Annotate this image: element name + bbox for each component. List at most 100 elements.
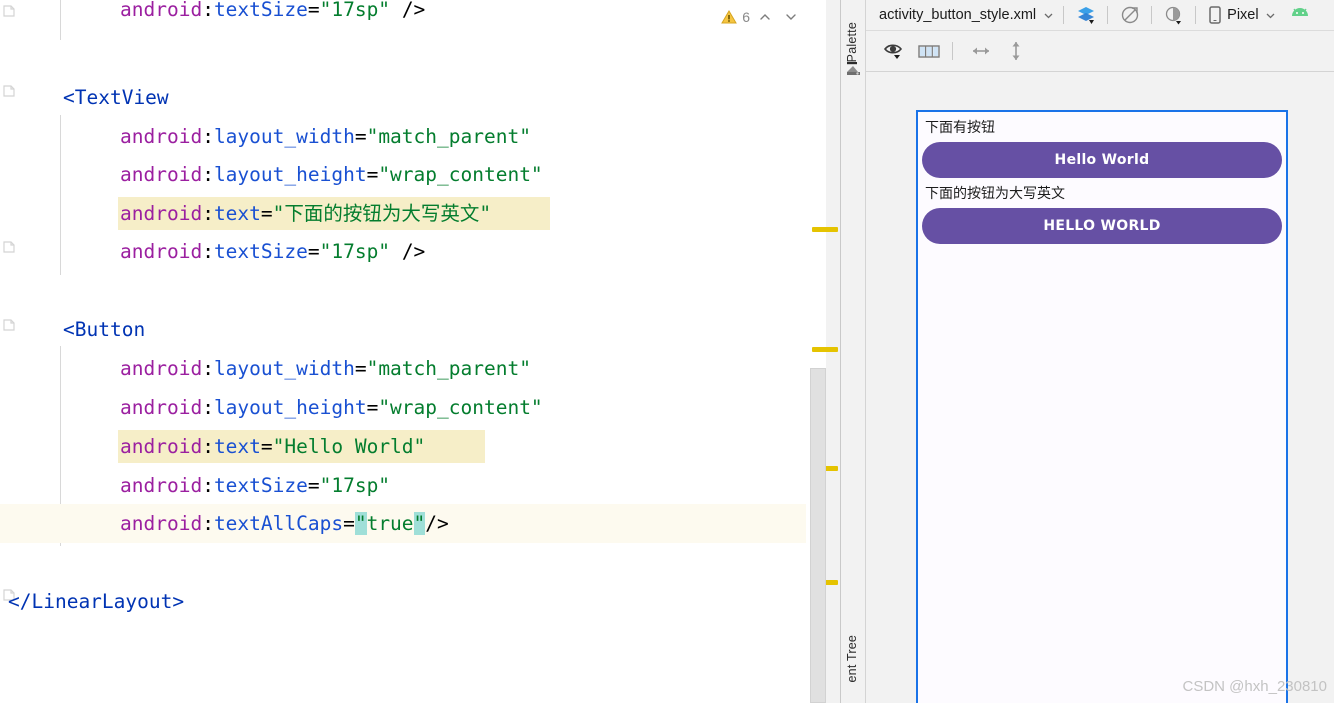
device-preview[interactable]: 下面有按钮 Hello World 下面的按钮为大写英文 HELLO WORLD	[916, 110, 1288, 703]
code-token: android	[120, 435, 203, 458]
android-icon[interactable]	[1287, 3, 1314, 27]
code-line[interactable]: android:layout_height="wrap_content"	[0, 155, 840, 194]
toolbar-separator	[1107, 6, 1109, 24]
code-token: </LinearLayout>	[8, 590, 185, 613]
code-token: =	[260, 435, 273, 458]
prev-problem-button[interactable]	[754, 6, 776, 28]
code-line-text: android:textAllCaps="true"/>	[120, 504, 449, 543]
code-line[interactable]: android:layout_width="match_parent"	[0, 349, 840, 388]
code-token: layout_height	[213, 396, 367, 419]
phone-icon	[1208, 6, 1222, 24]
code-text-area[interactable]: android:textSize="17sp" /> <TextView andro…	[0, 0, 840, 703]
code-token: true	[366, 512, 414, 535]
preview-button[interactable]: HELLO WORLD	[922, 208, 1282, 244]
warning-triangle-icon	[721, 9, 738, 25]
palette-tool-button[interactable]: Palette	[845, 22, 859, 62]
chevron-down-icon	[1264, 9, 1277, 22]
code-line[interactable]: android:layout_width="match_parent"	[0, 117, 840, 156]
next-problem-button[interactable]	[780, 6, 802, 28]
warning-count: 6	[742, 9, 750, 25]
watermark: CSDN @hxh_230810	[1182, 678, 1327, 695]
code-line[interactable]: android:text="Hello World"	[0, 427, 840, 466]
blueprint-columns-icon[interactable]	[915, 39, 942, 63]
code-line-text: android:layout_width="match_parent"	[120, 117, 531, 156]
code-token: "17sp"	[319, 0, 391, 21]
design-canvas[interactable]: 下面有按钮 Hello World 下面的按钮为大写英文 HELLO WORLD CS…	[866, 72, 1334, 703]
code-token: <TextView	[63, 86, 169, 109]
toolbar-separator	[1063, 6, 1065, 24]
code-line[interactable]: android:textSize="17sp" />	[0, 232, 840, 271]
code-token: android	[120, 357, 203, 380]
code-editor[interactable]: android:textSize="17sp" /> <TextView andro…	[0, 0, 840, 703]
code-token: android	[120, 163, 203, 186]
code-token: layout_height	[213, 163, 367, 186]
inspection-widget[interactable]: 6	[719, 4, 804, 30]
code-token: text	[213, 202, 261, 225]
code-token: "Hello World"	[272, 435, 426, 458]
code-token: <Button	[63, 318, 146, 341]
warning-marker[interactable]	[812, 227, 838, 232]
editor-scrollbar-thumb[interactable]	[810, 368, 826, 703]
design-toolbar: activity_button_style.xml Pixel	[866, 0, 1334, 31]
code-token: "wrap_content"	[378, 163, 543, 186]
code-line-text: android:layout_height="wrap_content"	[120, 388, 543, 427]
code-token: =	[307, 474, 320, 497]
design-view-toolbar	[866, 31, 1334, 72]
code-token: :	[202, 163, 214, 186]
code-line[interactable]: android:text="下面的按钮为大写英文"	[0, 194, 840, 233]
code-token: :	[202, 357, 214, 380]
code-line[interactable]: android:textSize="17sp" />	[0, 0, 840, 29]
code-line[interactable]: </LinearLayout>	[0, 582, 840, 621]
code-token: =	[354, 357, 367, 380]
horizontal-resize-icon[interactable]	[967, 39, 994, 63]
code-line-text: android:textSize="17sp"	[120, 466, 390, 505]
code-token: "17sp"	[319, 474, 391, 497]
code-line[interactable]: android:textSize="17sp"	[0, 466, 840, 505]
toolbar-separator	[1195, 6, 1197, 24]
code-token: />	[401, 240, 426, 263]
device-selector[interactable]: Pixel	[1204, 6, 1280, 24]
orientation-icon[interactable]	[1116, 3, 1143, 27]
tool-window-strip: Palette ent Tree	[841, 0, 866, 703]
code-line[interactable]: android:textAllCaps="true"/>	[0, 504, 840, 543]
warning-marker[interactable]	[812, 347, 838, 352]
code-line-text: android:text="Hello World"	[120, 427, 425, 466]
code-token: android	[120, 202, 203, 225]
code-line-text: android:textSize="17sp" />	[120, 232, 425, 271]
code-token: android	[120, 0, 203, 21]
code-token: =	[366, 163, 379, 186]
vertical-resize-icon[interactable]	[1002, 39, 1029, 63]
code-token: "下面的按钮为大写英文"	[272, 202, 492, 225]
code-token: />	[425, 512, 449, 535]
chevron-down-icon[interactable]	[1042, 9, 1055, 22]
code-line[interactable]: <Button	[0, 310, 840, 349]
code-line-text: android:layout_height="wrap_content"	[120, 155, 543, 194]
code-token: :	[202, 474, 214, 497]
code-token: android	[120, 474, 203, 497]
code-token: "	[413, 512, 426, 535]
code-token: />	[401, 0, 426, 21]
code-line-text: android:textSize="17sp" />	[120, 0, 425, 29]
eye-icon[interactable]	[880, 39, 907, 63]
palette-icon[interactable]	[845, 60, 862, 77]
code-token: layout_width	[213, 125, 355, 148]
component-tree-tool-button[interactable]: ent Tree	[845, 635, 859, 682]
code-token: text	[213, 435, 261, 458]
code-line-text: android:layout_width="match_parent"	[120, 349, 531, 388]
layers-icon[interactable]	[1072, 3, 1099, 27]
code-line[interactable]: <TextView	[0, 78, 840, 117]
theme-icon[interactable]	[1160, 3, 1187, 27]
preview-button[interactable]: Hello World	[922, 142, 1282, 178]
code-token: "17sp"	[319, 240, 391, 263]
preview-textview: 下面的按钮为大写英文	[925, 186, 1065, 202]
layout-file-name[interactable]: activity_button_style.xml	[879, 7, 1036, 23]
code-line[interactable]: android:layout_height="wrap_content"	[0, 388, 840, 427]
device-content: 下面有按钮 Hello World 下面的按钮为大写英文 HELLO WORLD	[918, 112, 1286, 244]
code-token: :	[202, 240, 214, 263]
toolbar-separator	[952, 42, 953, 60]
code-line-text: </LinearLayout>	[8, 582, 184, 621]
code-token: =	[307, 240, 320, 263]
code-token: =	[260, 202, 273, 225]
